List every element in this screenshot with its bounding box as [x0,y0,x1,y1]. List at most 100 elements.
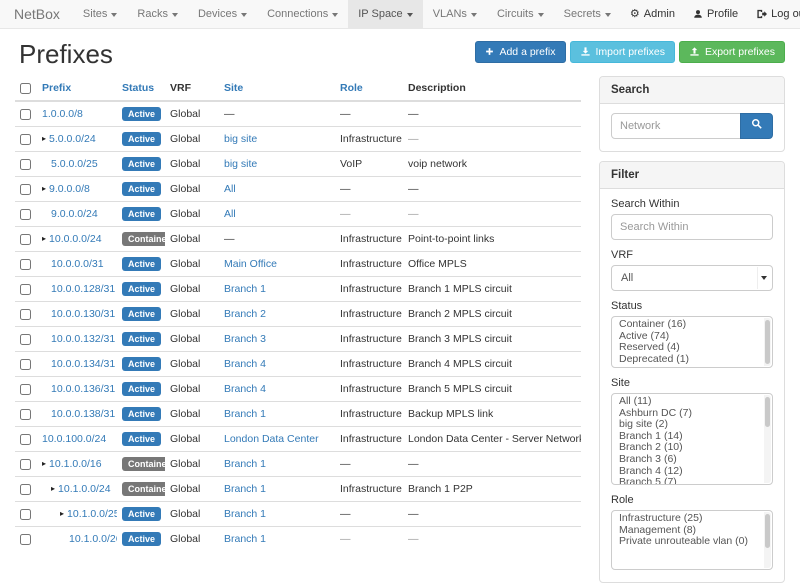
vrf-select[interactable]: All [611,265,773,291]
select-all-checkbox[interactable] [20,83,31,94]
site-link[interactable]: Branch 3 [224,333,266,345]
scrollbar-thumb[interactable] [765,397,770,427]
row-checkbox[interactable] [20,284,31,295]
expand-arrow-icon[interactable]: ▸ [42,184,46,193]
status-badge[interactable]: Active [122,157,161,171]
row-checkbox[interactable] [20,384,31,395]
site-link[interactable]: Branch 1 [224,408,266,420]
row-checkbox[interactable] [20,534,31,545]
column-header-prefix[interactable]: Prefix [37,76,117,101]
prefix-link[interactable]: 5.0.0.0/24 [49,133,96,145]
site-option[interactable]: Branch 5 (7) [612,477,763,485]
search-button[interactable] [740,113,773,139]
column-header-site[interactable]: Site [219,76,335,101]
row-checkbox[interactable] [20,459,31,470]
site-link[interactable]: Branch 1 [224,533,266,545]
nav-item-secrets[interactable]: Secrets [554,0,621,28]
prefix-link[interactable]: 10.1.0.0/24 [58,483,111,495]
prefix-link[interactable]: 10.0.0.128/31 [51,283,115,295]
site-link[interactable]: Main Office [224,258,277,270]
scrollbar-thumb[interactable] [765,514,770,548]
status-option[interactable]: Container (16) [612,319,763,331]
row-checkbox[interactable] [20,309,31,320]
nav-item-vlans[interactable]: VLANs [423,0,487,28]
site-option[interactable]: Branch 3 (6) [612,454,763,466]
nav-item-ip-space[interactable]: IP Space [348,0,422,28]
status-badge[interactable]: Active [122,357,161,371]
site-listbox[interactable]: All (11)Ashburn DC (7)big site (2)Branch… [611,393,773,485]
status-badge[interactable]: Active [122,407,161,421]
netbox-brand[interactable]: NetBox [0,0,73,28]
site-option[interactable]: All (11) [612,396,763,408]
site-link[interactable]: All [224,183,236,195]
nav-item-sites[interactable]: Sites [73,0,127,28]
prefix-link[interactable]: 10.0.0.0/31 [51,258,104,270]
site-link[interactable]: Branch 4 [224,383,266,395]
status-badge[interactable]: Active [122,382,161,396]
status-badge[interactable]: Container [122,232,165,246]
column-header-status[interactable]: Status [117,76,165,101]
row-checkbox[interactable] [20,109,31,120]
site-scrollbar[interactable] [764,395,771,483]
nav-item-admin[interactable]: ⚙Admin [621,0,684,28]
role-listbox[interactable]: Infrastructure (25)Management (8)Private… [611,510,773,570]
expand-arrow-icon[interactable]: ▸ [42,459,46,468]
row-checkbox[interactable] [20,134,31,145]
prefix-link[interactable]: 9.0.0.0/24 [51,208,98,220]
expand-arrow-icon[interactable]: ▸ [51,484,55,493]
import-prefixes-button[interactable]: Import prefixes [570,41,675,63]
expand-arrow-icon[interactable]: ▸ [60,509,64,518]
prefix-link[interactable]: 10.0.0.138/31 [51,408,115,420]
prefix-link[interactable]: 10.1.0.0/16 [49,458,102,470]
prefix-link[interactable]: 10.1.0.0/25 [67,508,117,520]
prefix-link[interactable]: 9.0.0.0/8 [49,183,90,195]
row-checkbox[interactable] [20,259,31,270]
prefix-link[interactable]: 10.0.0.130/31 [51,308,115,320]
prefix-link[interactable]: 10.0.0.0/24 [49,233,102,245]
prefix-link[interactable]: 1.0.0.0/8 [42,108,83,120]
row-checkbox[interactable] [20,209,31,220]
role-option[interactable]: Private unrouteable vlan (0) [612,536,763,548]
role-scrollbar[interactable] [764,512,771,568]
export-prefixes-button[interactable]: Export prefixes [679,41,785,63]
row-checkbox[interactable] [20,434,31,445]
site-link[interactable]: big site [224,133,257,145]
site-link[interactable]: big site [224,158,257,170]
prefix-link[interactable]: 10.0.0.136/31 [51,383,115,395]
add-a-prefix-button[interactable]: Add a prefix [475,41,565,63]
status-badge[interactable]: Active [122,532,161,546]
prefix-link[interactable]: 10.0.0.134/31 [51,358,115,370]
role-option[interactable]: Management (8) [612,525,763,537]
site-link[interactable]: Branch 4 [224,358,266,370]
nav-item-racks[interactable]: Racks [127,0,188,28]
status-option[interactable]: Deprecated (1) [612,354,763,366]
status-badge[interactable]: Active [122,432,161,446]
nav-item-circuits[interactable]: Circuits [487,0,554,28]
status-badge[interactable]: Active [122,107,161,121]
site-link[interactable]: Branch 1 [224,283,266,295]
site-link[interactable]: Branch 1 [224,483,266,495]
search-within-input[interactable] [611,214,773,240]
status-badge[interactable]: Container [122,482,165,496]
row-checkbox[interactable] [20,359,31,370]
row-checkbox[interactable] [20,509,31,520]
status-badge[interactable]: Container [122,457,165,471]
site-link[interactable]: London Data Center [224,433,319,445]
status-badge[interactable]: Active [122,282,161,296]
nav-item-connections[interactable]: Connections [257,0,348,28]
status-badge[interactable]: Active [122,182,161,196]
column-header-role[interactable]: Role [335,76,403,101]
status-badge[interactable]: Active [122,132,161,146]
status-listbox[interactable]: Container (16)Active (74)Reserved (4)Dep… [611,316,773,368]
expand-arrow-icon[interactable]: ▸ [42,134,46,143]
status-badge[interactable]: Active [122,207,161,221]
prefix-link[interactable]: 10.0.100.0/24 [42,433,106,445]
scrollbar-thumb[interactable] [765,320,770,364]
prefix-link[interactable]: 5.0.0.0/25 [51,158,98,170]
site-link[interactable]: All [224,208,236,220]
site-link[interactable]: Branch 1 [224,458,266,470]
nav-item-devices[interactable]: Devices [188,0,257,28]
search-input[interactable] [611,113,741,139]
prefix-link[interactable]: 10.1.0.0/26 [69,533,117,545]
row-checkbox[interactable] [20,484,31,495]
